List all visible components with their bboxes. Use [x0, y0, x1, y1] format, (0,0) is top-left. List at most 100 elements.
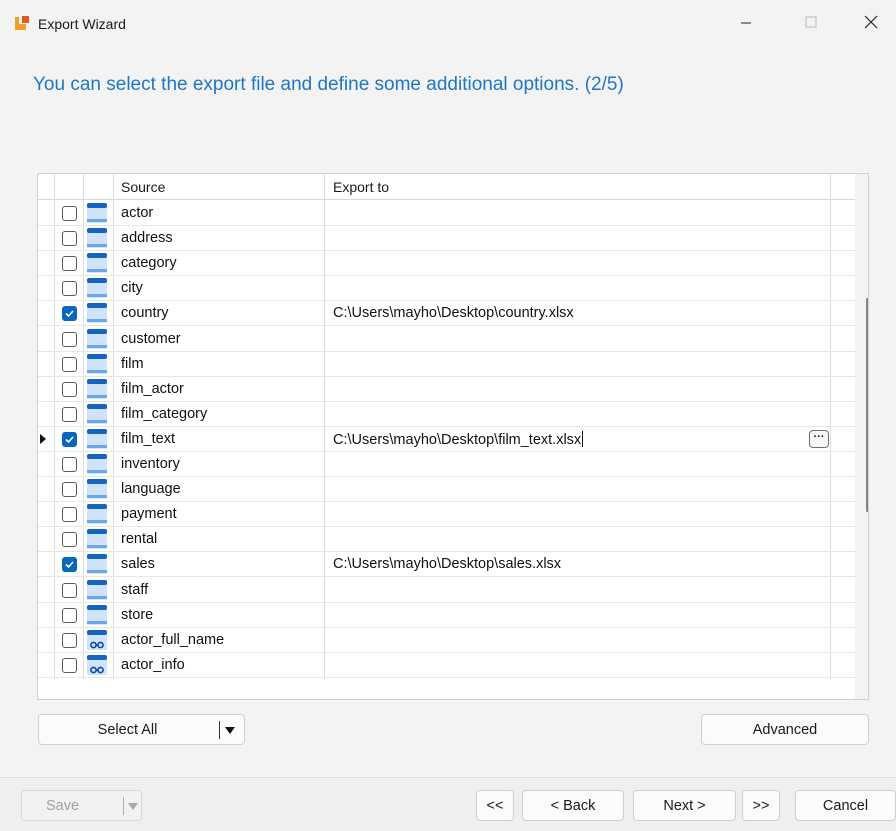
cancel-label: Cancel — [822, 797, 869, 814]
row-checkbox[interactable] — [62, 206, 77, 221]
source-table-name: language — [121, 481, 181, 498]
table-row[interactable]: film — [38, 352, 855, 377]
split-separator — [219, 721, 220, 739]
current-row-indicator-icon — [40, 433, 46, 444]
cancel-button[interactable]: Cancel — [795, 790, 896, 821]
source-table-name: film — [121, 355, 144, 372]
close-button[interactable] — [848, 0, 894, 44]
table-row[interactable]: payment — [38, 502, 855, 528]
export-path-text: C:\Users\mayho\Desktop\sales.xlsx — [333, 556, 562, 573]
row-checkbox[interactable] — [62, 532, 77, 548]
table-icon — [87, 253, 107, 274]
table-row[interactable]: store — [38, 603, 855, 628]
advanced-button[interactable]: Advanced — [701, 714, 869, 745]
source-table-name: rental — [121, 531, 158, 548]
row-checkbox[interactable] — [62, 431, 77, 447]
table-row[interactable]: category — [38, 251, 855, 277]
table-icon — [87, 479, 107, 500]
vertical-scrollbar[interactable] — [855, 174, 868, 699]
back-button[interactable]: < Back — [522, 790, 624, 821]
row-checkbox[interactable] — [62, 281, 77, 297]
row-checkbox[interactable] — [62, 231, 77, 247]
export-path[interactable]: C:\Users\mayho\Desktop\film_text.xlsx — [333, 430, 584, 448]
text-cursor — [582, 430, 584, 447]
row-checkbox[interactable] — [62, 632, 77, 648]
browse-file-button[interactable]: ··· — [809, 429, 829, 448]
select-all-button[interactable]: Select All — [38, 714, 245, 745]
first-step-button[interactable]: << — [476, 790, 514, 821]
table-icon — [87, 504, 107, 525]
next-label: Next > — [663, 797, 706, 814]
source-table-name: country — [121, 305, 169, 322]
advanced-label: Advanced — [752, 721, 818, 738]
column-header-export-to[interactable]: Export to — [333, 179, 389, 195]
table-icon — [87, 454, 107, 474]
row-checkbox[interactable] — [62, 557, 77, 573]
export-path-text: C:\Users\mayho\Desktop\film_text.xlsx — [333, 431, 582, 448]
table-row[interactable]: country C:\Users\mayho\Desktop\country.xl… — [38, 301, 855, 327]
table-row[interactable]: film_text C:\Users\mayho\Desktop\film_tex… — [38, 427, 855, 452]
export-path-text: C:\Users\mayho\Desktop\country.xlsx — [333, 305, 574, 322]
row-checkbox[interactable] — [62, 381, 77, 397]
table-icon — [87, 328, 107, 349]
minimize-button[interactable] — [723, 0, 769, 44]
table-row[interactable]: actor_info — [38, 653, 855, 678]
export-path[interactable]: C:\Users\mayho\Desktop\country.xlsx — [333, 305, 574, 321]
table-row[interactable]: sales C:\Users\mayho\Desktop\sales.xlsx — [38, 552, 855, 578]
table-row[interactable]: film_actor — [38, 377, 855, 402]
export-path[interactable]: C:\Users\mayho\Desktop\sales.xlsx — [333, 556, 561, 572]
row-checkbox[interactable] — [62, 482, 77, 498]
table-icon — [87, 278, 107, 299]
source-table-name: customer — [121, 330, 181, 347]
row-checkbox[interactable] — [62, 356, 77, 372]
save-button[interactable]: Save — [21, 790, 142, 821]
source-table-name: film_actor — [121, 380, 184, 397]
window-title: Export Wizard — [38, 16, 126, 32]
row-checkbox[interactable] — [62, 582, 77, 598]
title-bar: Export Wizard — [0, 0, 896, 44]
table-row[interactable]: city — [38, 276, 855, 302]
column-header-source[interactable]: Source — [121, 179, 165, 195]
scrollbar-thumb[interactable] — [866, 298, 868, 512]
table-row[interactable]: address — [38, 226, 855, 252]
table-row[interactable]: rental — [38, 527, 855, 553]
row-checkbox[interactable] — [62, 607, 77, 623]
close-icon — [864, 15, 878, 29]
row-checkbox[interactable] — [62, 306, 77, 322]
table-row[interactable]: film_category — [38, 402, 855, 427]
maximize-icon — [805, 16, 817, 28]
source-table-name: inventory — [121, 456, 180, 472]
source-table-name: sales — [121, 556, 155, 573]
last-step-button[interactable]: >> — [742, 790, 780, 821]
table-row[interactable]: inventory — [38, 452, 855, 477]
row-checkbox[interactable] — [62, 406, 77, 422]
table-icon — [87, 428, 107, 449]
source-table-name: category — [121, 255, 177, 272]
export-table-grid[interactable]: Source Export to actor address category cit… — [37, 173, 869, 700]
wizard-footer: Save << < Back Next > >> Cancel — [0, 777, 896, 831]
source-table-name: actor_info — [121, 656, 185, 673]
table-icon — [87, 303, 107, 324]
next-button[interactable]: Next > — [633, 790, 736, 821]
source-table-name: payment — [121, 506, 177, 523]
view-icon — [87, 654, 107, 675]
table-row[interactable]: actor — [38, 201, 855, 226]
source-table-name: store — [121, 606, 154, 623]
wizard-step-headline: You can select the export file and defin… — [33, 74, 624, 95]
row-checkbox[interactable] — [62, 331, 77, 347]
row-checkbox[interactable] — [62, 457, 77, 472]
table-row[interactable]: actor_full_name — [38, 628, 855, 653]
table-row[interactable]: language — [38, 477, 855, 503]
table-icon — [87, 579, 107, 600]
chevron-down-icon[interactable] — [225, 727, 235, 734]
table-icon — [87, 604, 107, 625]
table-row[interactable]: customer — [38, 327, 855, 352]
table-row[interactable]: staff — [38, 578, 855, 603]
row-checkbox[interactable] — [62, 657, 77, 673]
row-checkbox[interactable] — [62, 507, 77, 523]
table-icon — [87, 403, 107, 424]
row-checkbox[interactable] — [62, 256, 77, 272]
maximize-button[interactable] — [788, 0, 834, 44]
chevron-down-icon[interactable] — [128, 803, 138, 810]
first-step-label: << — [486, 797, 504, 814]
